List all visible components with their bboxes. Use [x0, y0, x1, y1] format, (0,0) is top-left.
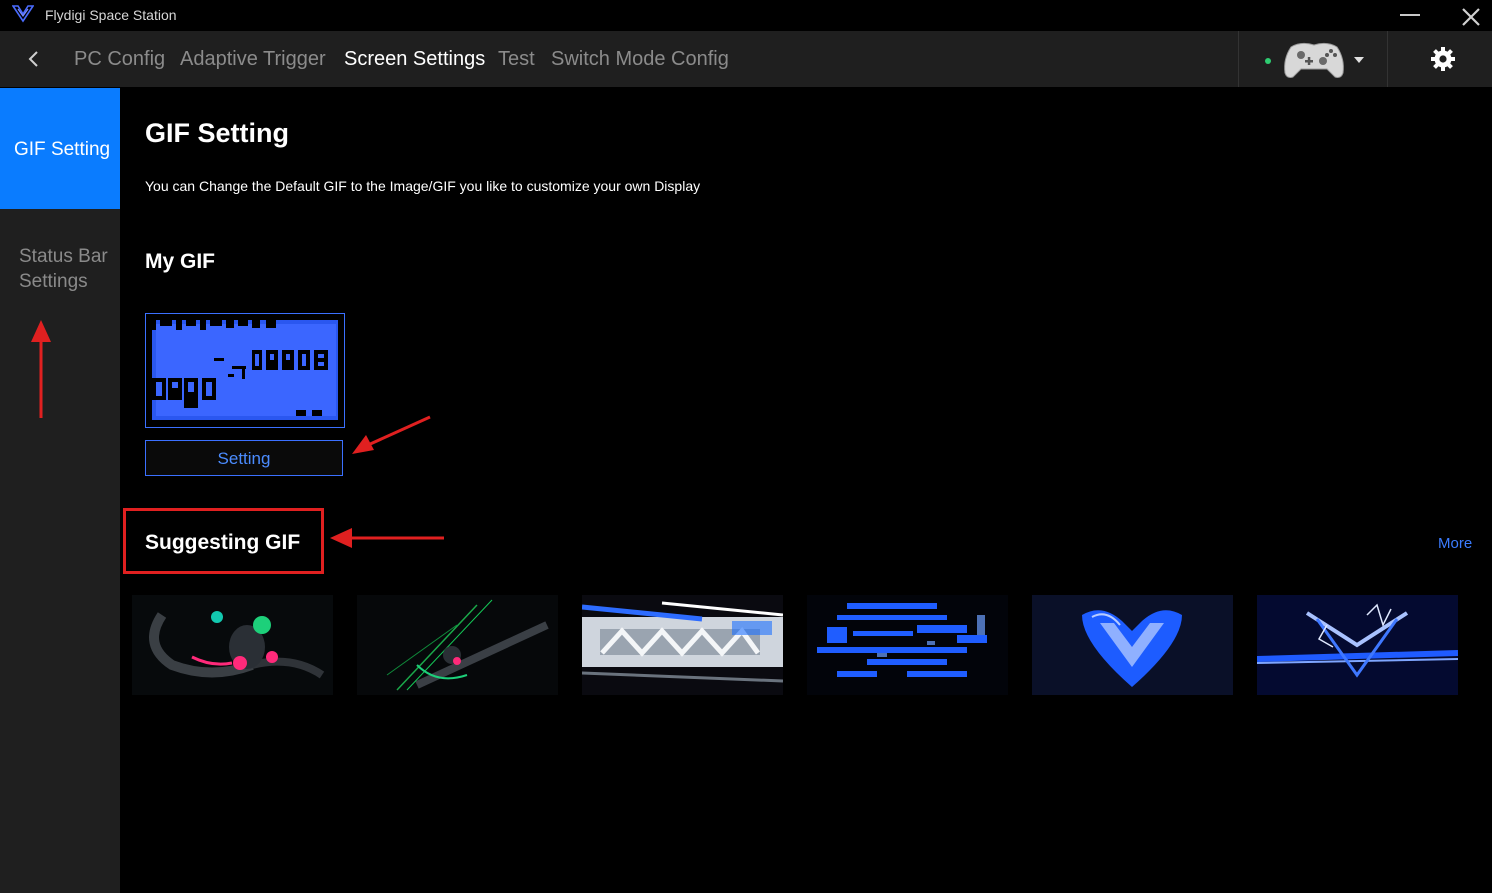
minimize-button[interactable] — [1400, 14, 1420, 16]
tab-switch-mode-config[interactable]: Switch Mode Config — [551, 48, 729, 71]
my-gif-title: My GIF — [145, 250, 216, 273]
flydigi-logo-icon — [12, 5, 34, 23]
annotation-arrow-left — [352, 415, 431, 454]
sidebar-item-label: Status Bar Settings — [19, 246, 108, 292]
gif-setting-button[interactable]: Setting — [145, 440, 343, 476]
title-bar: Flydigi Space Station — [0, 0, 1492, 30]
back-chevron-icon[interactable] — [26, 50, 40, 68]
page-description: You can Change the Default GIF to the Im… — [145, 178, 701, 194]
sidebar-item-label: GIF Setting — [14, 139, 111, 160]
sidebar: GIF Setting Status Bar Settings — [0, 88, 120, 893]
tab-pc-config[interactable]: PC Config — [74, 48, 165, 71]
suggested-gif-thumbnail[interactable] — [582, 595, 783, 695]
top-nav: PC Config Adaptive Trigger Screen Settin… — [0, 31, 1492, 87]
more-link[interactable]: More — [1438, 535, 1472, 552]
dropdown-caret-icon[interactable] — [1353, 56, 1365, 64]
suggested-gif-thumbnail[interactable] — [357, 595, 558, 695]
gear-icon[interactable] — [1430, 46, 1456, 72]
tab-test[interactable]: Test — [498, 48, 535, 71]
annotation-arrow-up — [31, 320, 51, 418]
connection-status-dot — [1265, 58, 1271, 64]
my-gif-preview — [145, 313, 345, 428]
device-selector[interactable] — [1238, 31, 1388, 87]
tab-screen-settings[interactable]: Screen Settings — [344, 48, 485, 71]
close-icon[interactable] — [1460, 6, 1482, 28]
suggested-gif-thumbnail[interactable] — [1257, 595, 1458, 695]
app-title: Flydigi Space Station — [45, 7, 177, 23]
tab-adaptive-trigger[interactable]: Adaptive Trigger — [180, 48, 326, 71]
suggested-gif-thumbnail[interactable] — [1032, 595, 1233, 695]
controller-icon — [1284, 42, 1344, 78]
sidebar-item-gif-setting[interactable]: GIF Setting — [0, 88, 120, 209]
page-title: GIF Setting — [145, 118, 289, 148]
suggested-gif-thumbnail[interactable] — [807, 595, 1008, 695]
suggested-gif-thumbnail[interactable] — [132, 595, 333, 695]
main-content: GIF Setting You can Change the Default G… — [120, 88, 1492, 893]
annotation-arrow-left — [330, 528, 444, 548]
suggesting-gif-title: Suggesting GIF — [145, 531, 301, 554]
